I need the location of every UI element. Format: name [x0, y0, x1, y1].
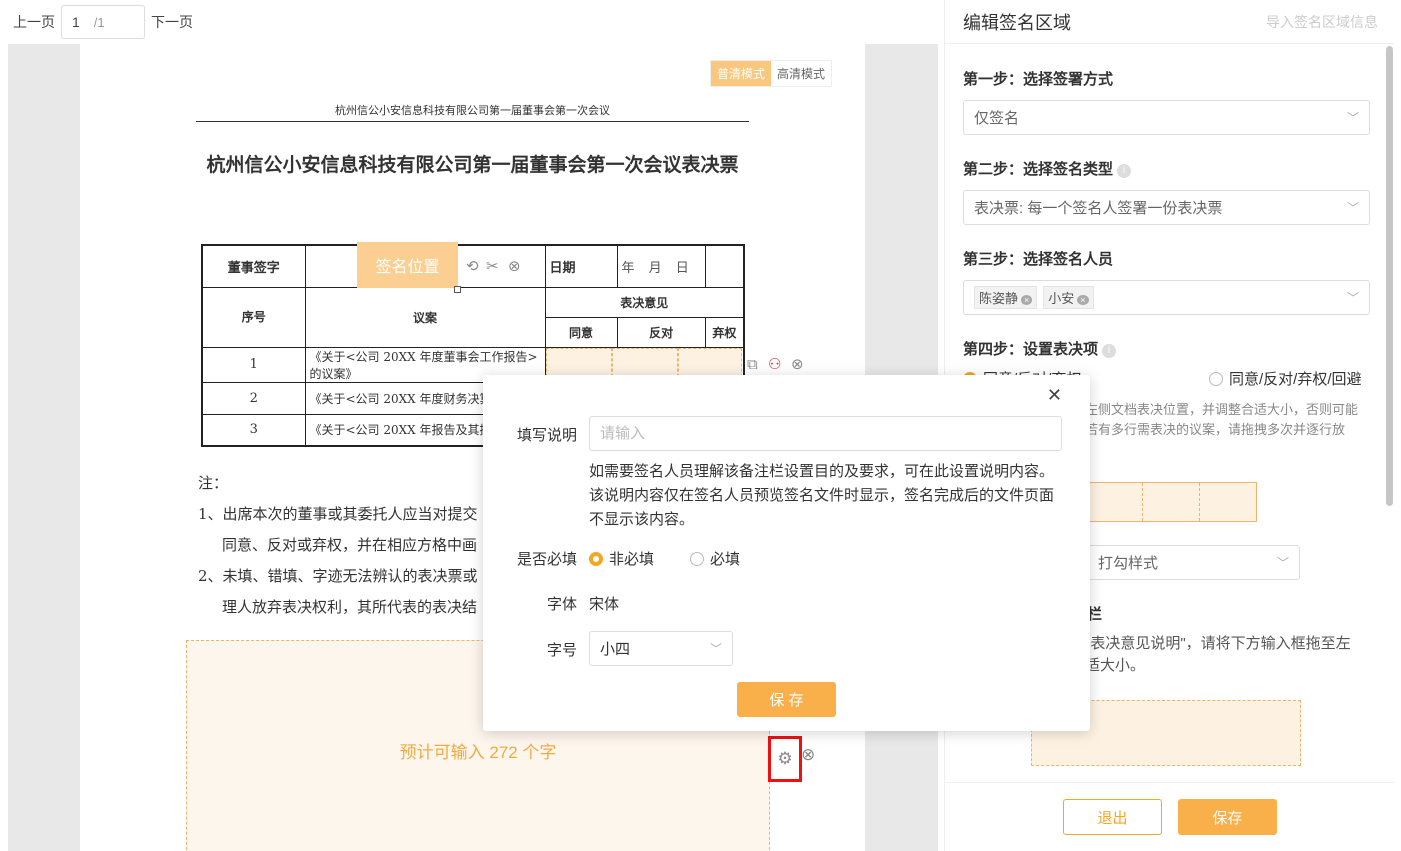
remove-icon[interactable]: × — [1077, 295, 1089, 305]
close-circle-icon[interactable]: ⊗ — [791, 356, 804, 374]
date-value: 年 月 日 — [616, 244, 706, 288]
step2-label: 第二步：选择签名类型 — [963, 161, 1114, 178]
font-size-select[interactable]: 小四 ﹀ — [589, 631, 733, 666]
size-label: 字号 — [546, 642, 577, 659]
chevron-down-icon: ﹀ — [1276, 556, 1289, 570]
panel-header: 编辑签名区域 导入签名区域信息 — [945, 0, 1394, 44]
step3-label: 第三步：选择签名人员 — [963, 251, 1114, 268]
close-circle-icon[interactable]: ⊗ — [508, 258, 521, 276]
close-circle-icon[interactable]: ⊗ — [801, 746, 815, 764]
signature-position-box[interactable]: 签名位置 — [357, 242, 458, 288]
note-line: 同意、反对或弃权，并在相应方格中画 — [222, 536, 478, 554]
opinion-label: 表决意见 — [544, 286, 745, 318]
item-label: 议案 — [304, 286, 546, 348]
select-value: 仅签名 — [974, 110, 1020, 127]
save-button[interactable]: 保存 — [1178, 799, 1277, 835]
info-icon[interactable]: i — [1102, 344, 1117, 358]
step1-label: 第一步：选择签署方式 — [963, 71, 1114, 88]
row-no: 3 — [201, 413, 306, 447]
row-no: 1 — [201, 346, 306, 383]
chevron-down-icon: ﹀ — [1346, 111, 1359, 125]
hint-line: 若有多行需表决的议案，请拖拽多次并逐行放 — [1085, 422, 1346, 437]
date-label: 日期 — [544, 244, 618, 288]
select-value: 表决票: 每一个签名人签署一份表决票 — [974, 200, 1223, 217]
chevron-down-icon: ﹀ — [1346, 201, 1359, 215]
option-label: 非必填 — [609, 551, 655, 568]
mode-hd-button[interactable]: 高清模式 — [771, 61, 831, 86]
check-style-select[interactable]: 打勾样式 ﹀ — [1087, 545, 1300, 580]
chevron-down-icon: ﹀ — [1346, 291, 1359, 305]
panel-title: 编辑签名区域 — [963, 12, 1071, 33]
option-abstain: 弃权 — [704, 316, 745, 348]
vote-option-b[interactable]: 同意/反对/弃权/回避 — [1209, 368, 1362, 389]
panel-footer: 退出 保存 — [945, 782, 1395, 851]
note-line: 1、出席本次的董事或其委托人应当对提交 — [198, 505, 478, 523]
doc-header: 杭州信公小安信息科技有限公司第一届董事会第一次会议 — [196, 102, 749, 122]
select-value: 打勾样式 — [1098, 555, 1159, 572]
scrollbar[interactable] — [1386, 46, 1393, 506]
font-label: 字体 — [546, 596, 577, 613]
font-value: 宋体 — [589, 596, 620, 613]
radio-icon[interactable] — [589, 552, 603, 566]
radio-required[interactable]: 必填 — [690, 548, 740, 569]
copy-icon[interactable]: ⧉ — [747, 356, 758, 374]
render-mode-switch: 普清模式 高清模式 — [710, 60, 833, 87]
prev-page-button[interactable]: 上一页 — [13, 12, 55, 32]
seq-label: 序号 — [201, 286, 306, 348]
doc-notes: 注： 1、出席本次的董事或其委托人应当对提交 同意、反对或弃权，并在相应方格中画… — [198, 468, 478, 623]
hint-line: 左侧文档表决位置，并调整合适大小，否则可能 — [1085, 402, 1359, 417]
row-no: 2 — [201, 381, 306, 415]
radio-icon[interactable] — [690, 552, 704, 566]
remark-settings-dialog: ✕ 填写说明 如需要签名人员理解该备注栏设置目的及要求，可在此设置说明内容。 该… — [483, 375, 1090, 731]
exit-button[interactable]: 退出 — [1063, 799, 1162, 835]
import-button[interactable]: 导入签名区域信息 — [1266, 12, 1378, 32]
note-line: 注： — [198, 474, 229, 492]
note-line: 2、未填、错填、字迹无法辨认的表决票或 — [198, 567, 478, 585]
check-preview — [1085, 482, 1257, 522]
sign-method-select[interactable]: 仅签名 ﹀ — [963, 100, 1370, 135]
option-label: 必填 — [710, 551, 741, 568]
page-number-input[interactable]: 1 /1 — [61, 5, 145, 39]
hint-line: "表决意见说明"，请将下方输入框拖至左 — [1085, 635, 1351, 652]
step4-label: 第四步：设置表决项 — [963, 341, 1099, 358]
option-agree: 同意 — [544, 316, 618, 348]
sign-type-select[interactable]: 表决票: 每一个签名人签署一份表决票 ﹀ — [963, 190, 1370, 225]
radio-optional[interactable]: 非必填 — [589, 548, 654, 569]
dialog-save-button[interactable]: 保 存 — [737, 682, 836, 717]
chevron-down-icon: ﹀ — [709, 642, 722, 656]
gear-icon[interactable]: ⚙ — [768, 736, 802, 782]
remove-icon[interactable]: × — [1021, 295, 1033, 305]
remove-user-icon[interactable]: ⚇ — [768, 356, 781, 374]
desc-input[interactable] — [589, 416, 1062, 451]
note-line: 理人放弃表决权利，其所代表的表决结 — [222, 598, 478, 616]
scissors-icon[interactable]: ✂ — [486, 258, 499, 276]
signers-select[interactable]: 陈姿静 × 小安 × ﹀ — [963, 280, 1370, 315]
desc-note: 如需要签名人员理解该备注栏设置目的及要求，可在此设置说明内容。 该说明内容仅在签… — [589, 463, 1055, 528]
pager-toolbar: 上一页 1 /1 下一页 — [0, 0, 940, 44]
close-icon[interactable]: ✕ — [1047, 385, 1062, 406]
select-value: 小四 — [600, 641, 631, 658]
signer-name: 陈姿静 — [979, 291, 1019, 306]
option-oppose: 反对 — [616, 316, 706, 348]
mode-normal-button[interactable]: 普清模式 — [711, 61, 772, 86]
page-total: /1 — [93, 14, 105, 30]
radio-icon[interactable] — [1209, 372, 1223, 386]
rotate-icon[interactable]: ⟲ — [466, 258, 479, 276]
step2-row: 第二步：选择签名类型 i — [963, 158, 1132, 179]
next-page-button[interactable]: 下一页 — [151, 12, 193, 32]
option-label: 同意/反对/弃权/回避 — [1229, 371, 1362, 388]
required-label: 是否必填 — [516, 551, 577, 568]
hint-line: 适大小。 — [1085, 657, 1146, 674]
doc-title: 杭州信公小安信息科技有限公司第一届董事会第一次会议表决票 — [206, 154, 739, 176]
desc-label: 填写说明 — [516, 427, 577, 444]
sign-label: 董事签字 — [201, 244, 306, 288]
resize-handle[interactable] — [454, 286, 461, 293]
signer-name: 小安 — [1048, 291, 1075, 306]
step4-row: 第四步：设置表决项 i — [963, 338, 1117, 359]
info-icon[interactable]: i — [1117, 164, 1132, 178]
page-current: 1 — [72, 14, 80, 30]
signer-tag[interactable]: 陈姿静 × — [974, 286, 1038, 309]
signer-tag[interactable]: 小安 × — [1043, 286, 1094, 309]
